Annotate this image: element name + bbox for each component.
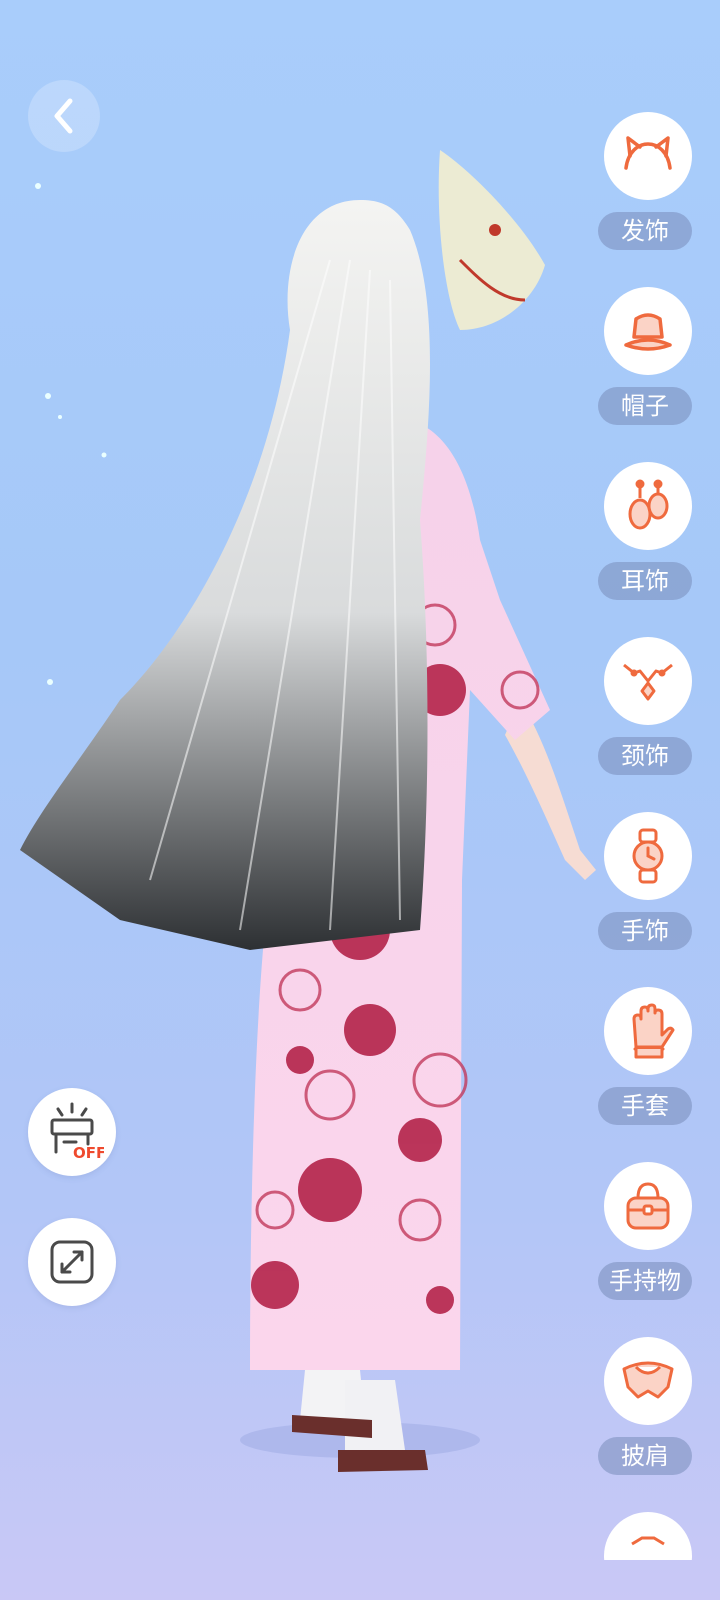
- category-necklace[interactable]: 颈饰: [598, 637, 698, 812]
- back-button[interactable]: [28, 80, 100, 152]
- handbag-icon: [626, 1182, 670, 1230]
- expand-icon: [50, 1240, 94, 1284]
- category-handheld[interactable]: 手持物: [598, 1162, 698, 1337]
- more-category-icon: [631, 1536, 665, 1546]
- stage-off-badge: OFF: [73, 1144, 104, 1162]
- category-wrist-accessory[interactable]: 手饰: [598, 812, 698, 987]
- necklace-icon: [623, 663, 673, 701]
- category-shawl[interactable]: 披肩: [598, 1337, 698, 1512]
- cat-ear-headband-icon: [624, 136, 672, 170]
- category-glove[interactable]: 手套: [598, 987, 698, 1162]
- category-hat[interactable]: 帽子: [598, 287, 698, 462]
- stage-off-icon: OFF: [50, 1102, 104, 1162]
- category-label: 手持物: [598, 1262, 692, 1300]
- category-label: 发饰: [598, 212, 692, 250]
- category-label: 手套: [598, 1087, 692, 1125]
- category-earring[interactable]: 耳饰: [598, 462, 698, 637]
- chevron-left-icon: [54, 98, 73, 134]
- category-label: 颈饰: [598, 737, 692, 775]
- shawl-icon: [622, 1361, 674, 1399]
- glove-icon: [632, 1003, 675, 1059]
- category-label: 帽子: [598, 387, 692, 425]
- category-label: 手饰: [598, 912, 692, 950]
- fullscreen-button[interactable]: [28, 1218, 116, 1306]
- category-label: 披肩: [598, 1437, 692, 1475]
- stage-light-toggle-button[interactable]: OFF: [28, 1088, 116, 1176]
- category-hair-accessory[interactable]: 发饰: [598, 112, 698, 287]
- wristwatch-icon: [632, 828, 664, 884]
- category-label: 耳饰: [598, 562, 692, 600]
- category-next-partial[interactable]: [598, 1512, 698, 1560]
- bucket-hat-icon: [624, 313, 672, 351]
- earring-icon: [628, 479, 669, 530]
